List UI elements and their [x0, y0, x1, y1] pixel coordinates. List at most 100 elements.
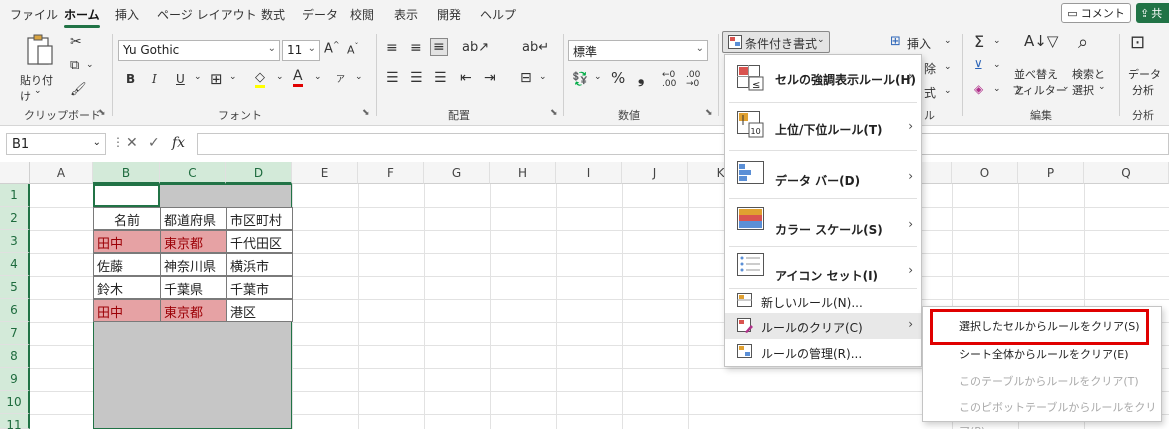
- dialog-launcher-icon[interactable]: ⬊: [362, 108, 370, 118]
- column-header-i[interactable]: I: [556, 162, 622, 184]
- analyze-data-button[interactable]: ⊡ データ 分析: [1124, 32, 1168, 98]
- active-cell-b1[interactable]: [93, 184, 160, 207]
- decrease-indent-icon[interactable]: ⇤: [460, 70, 472, 86]
- row-header-3[interactable]: 3: [0, 230, 30, 253]
- column-header-d[interactable]: D: [226, 162, 292, 184]
- comma-button[interactable]: ❟: [638, 68, 644, 88]
- fill-icon[interactable]: ⊻: [974, 58, 983, 72]
- dialog-launcher-icon[interactable]: ⬊: [705, 108, 713, 118]
- tab-review[interactable]: 校閲: [350, 6, 374, 23]
- font-size-combo[interactable]: 11 ⌄: [282, 40, 320, 61]
- column-header-j[interactable]: J: [622, 162, 688, 184]
- increase-decimal-icon[interactable]: ←0.00: [662, 71, 676, 89]
- tab-home[interactable]: ホーム: [64, 6, 100, 28]
- orientation-icon[interactable]: ab↗: [462, 40, 489, 55]
- align-top-icon[interactable]: ≡: [386, 40, 398, 56]
- increase-font-icon[interactable]: A^: [324, 40, 340, 56]
- cell-b5[interactable]: 鈴木: [93, 276, 161, 299]
- wrap-text-icon[interactable]: ab↵: [522, 40, 549, 55]
- decrease-font-icon[interactable]: Aˇ: [347, 42, 359, 57]
- cell-d5[interactable]: 千葉市: [226, 276, 293, 299]
- menu-item-clear-rules[interactable]: ルールのクリア(C) ›: [725, 313, 921, 339]
- cut-icon[interactable]: ✂: [70, 34, 82, 50]
- row-header-8[interactable]: 8: [0, 345, 30, 368]
- row-header-2[interactable]: 2: [0, 207, 30, 230]
- tab-insert[interactable]: 挿入: [115, 6, 139, 23]
- formula-input[interactable]: [197, 133, 1169, 155]
- row-header-1[interactable]: 1: [0, 184, 30, 207]
- conditional-format-button[interactable]: 条件付き書式 ⌄: [722, 31, 830, 53]
- cell-b2[interactable]: 名前: [93, 207, 161, 230]
- menu-item-data-bars[interactable]: データ バー(D) ›: [725, 151, 921, 197]
- column-header-q[interactable]: Q: [1084, 162, 1169, 184]
- cell-d3[interactable]: 千代田区: [226, 230, 293, 253]
- cell-b6[interactable]: 田中: [93, 299, 161, 322]
- clear-entire-sheet-rules[interactable]: シート全体からルールをクリア(E): [923, 343, 1161, 367]
- confirm-icon[interactable]: ✓: [148, 135, 160, 151]
- chevron-down-icon[interactable]: ⌄: [944, 36, 952, 46]
- tab-data[interactable]: データ: [302, 6, 338, 23]
- select-all-corner[interactable]: [0, 162, 30, 184]
- dialog-launcher-icon[interactable]: ⬊: [550, 108, 558, 118]
- cell-d6[interactable]: 港区: [226, 299, 293, 322]
- row-header-6[interactable]: 6: [0, 299, 30, 322]
- bold-button[interactable]: B: [126, 72, 135, 86]
- paste-button[interactable]: 貼り付け ⌄: [18, 34, 62, 103]
- cancel-icon[interactable]: ✕: [126, 135, 138, 151]
- menu-item-new-rule[interactable]: 新しいルール(N)...: [725, 289, 921, 313]
- cell-c4[interactable]: 神奈川県: [160, 253, 227, 276]
- align-left-icon[interactable]: ☰: [386, 70, 399, 86]
- share-button[interactable]: ⇪ 共: [1136, 3, 1169, 23]
- clear-icon[interactable]: ◈: [974, 82, 983, 96]
- row-header-9[interactable]: 9: [0, 368, 30, 391]
- column-header-e[interactable]: E: [292, 162, 358, 184]
- chevron-down-icon[interactable]: ⌄: [314, 72, 322, 82]
- underline-button[interactable]: U: [176, 72, 185, 86]
- chevron-down-icon[interactable]: ⌄: [276, 72, 284, 82]
- tab-view[interactable]: 表示: [394, 6, 418, 23]
- italic-button[interactable]: I: [152, 72, 157, 86]
- cell-c5[interactable]: 千葉県: [160, 276, 227, 299]
- cell-d2[interactable]: 市区町村: [226, 207, 293, 230]
- row-header-7[interactable]: 7: [0, 322, 30, 345]
- column-header-b[interactable]: B: [93, 162, 160, 184]
- tab-help[interactable]: ヘルプ: [480, 6, 516, 23]
- format-cells-button[interactable]: 式: [924, 84, 936, 101]
- menu-item-color-scales[interactable]: カラー スケール(S) ›: [725, 199, 921, 245]
- dialog-launcher-icon[interactable]: ⬊: [98, 108, 106, 118]
- tab-page-layout[interactable]: ページ レイアウト: [157, 6, 257, 23]
- phonetic-icon[interactable]: ア: [336, 72, 345, 85]
- chevron-down-icon[interactable]: ⌄: [86, 60, 94, 70]
- delete-cells-button[interactable]: 除: [924, 60, 936, 77]
- column-header-a[interactable]: A: [30, 162, 93, 184]
- column-header-p[interactable]: P: [1018, 162, 1084, 184]
- number-format-combo[interactable]: 標準 ⌄: [568, 40, 708, 61]
- align-middle-icon[interactable]: ≡: [410, 40, 422, 56]
- font-name-combo[interactable]: Yu Gothic ⌄: [118, 40, 280, 61]
- menu-item-manage-rules[interactable]: ルールの管理(R)...: [725, 340, 921, 364]
- chevron-down-icon[interactable]: ⌄: [594, 72, 602, 82]
- border-icon[interactable]: ⊞: [210, 70, 223, 88]
- increase-indent-icon[interactable]: ⇥: [484, 70, 496, 86]
- chevron-down-icon[interactable]: ⌄: [194, 72, 202, 82]
- percent-button[interactable]: %: [611, 69, 625, 87]
- chevron-down-icon[interactable]: ⌄: [229, 72, 237, 82]
- currency-icon[interactable]: 💱: [572, 72, 588, 87]
- tab-formulas[interactable]: 数式: [261, 6, 285, 23]
- chevron-down-icon[interactable]: ⌄: [993, 60, 1001, 70]
- column-header-f[interactable]: F: [358, 162, 424, 184]
- menu-item-highlight-cells-rules[interactable]: ≤ セルの強調表示ルール(H) ›: [725, 55, 921, 101]
- font-color-icon[interactable]: A: [293, 68, 303, 87]
- comment-button[interactable]: ▭ コメント: [1061, 3, 1131, 23]
- chevron-down-icon[interactable]: ⌄: [539, 72, 547, 82]
- merge-center-icon[interactable]: ⊟: [520, 70, 532, 86]
- insert-cells-icon[interactable]: ⊞: [890, 34, 901, 49]
- chevron-down-icon[interactable]: ⌄: [993, 36, 1001, 46]
- cell-c2[interactable]: 都道府県: [160, 207, 227, 230]
- tab-developer[interactable]: 開発: [437, 6, 461, 23]
- chevron-down-icon[interactable]: ⌄: [355, 72, 363, 82]
- sort-filter-button[interactable]: A↓▽ 並べ替えと フィルター ⌄: [1012, 32, 1070, 98]
- align-bottom-icon[interactable]: ≡: [430, 38, 448, 56]
- column-header-h[interactable]: H: [490, 162, 556, 184]
- insert-cells-button[interactable]: 挿入: [907, 35, 931, 52]
